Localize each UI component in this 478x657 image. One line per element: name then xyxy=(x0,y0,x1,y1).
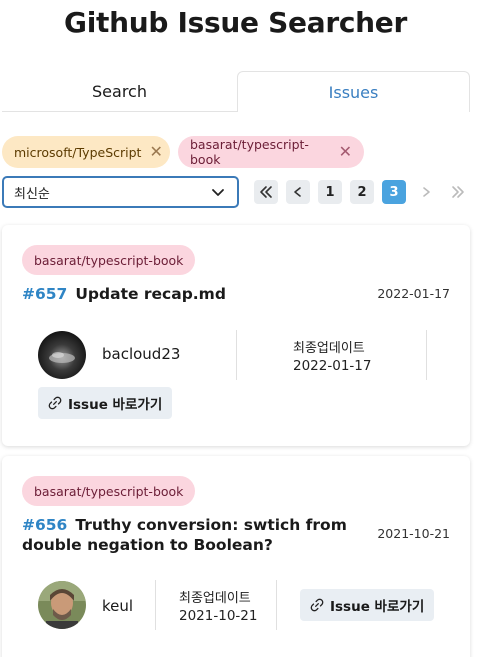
filter-chip-label: basarat/typescript-book xyxy=(190,137,309,167)
filter-chip-label: microsoft/TypeScript xyxy=(14,144,142,160)
first-page-button[interactable] xyxy=(254,180,278,204)
filter-chip-typescript: microsoft/TypeScript ✕ xyxy=(2,136,170,168)
issue-number: #656 xyxy=(22,516,68,534)
avatar xyxy=(38,581,86,629)
next-page-button[interactable] xyxy=(414,180,438,204)
tab-bar: Search Issues xyxy=(2,71,470,112)
updated-date: 2021-10-21 xyxy=(179,608,258,624)
link-icon xyxy=(48,396,62,410)
link-icon xyxy=(310,598,324,612)
chevron-left-icon xyxy=(294,187,301,197)
issue-link-label: Issue 바로가기 xyxy=(330,599,425,615)
close-icon[interactable]: ✕ xyxy=(149,144,162,160)
divider xyxy=(426,330,427,380)
page-3-button[interactable]: 3 xyxy=(382,180,406,204)
issue-card: basarat/typescript-book #656 Truthy conve… xyxy=(2,456,470,657)
double-chevron-right-icon xyxy=(452,186,464,198)
issue-title-text: Truthy conversion: swtich from double ne… xyxy=(22,516,347,554)
issue-card: basarat/typescript-book #657 Update recap… xyxy=(2,225,470,446)
last-page-button[interactable] xyxy=(446,180,470,204)
issue-link-button[interactable]: Issue 바로가기 xyxy=(300,589,435,621)
updated-date: 2022-01-17 xyxy=(293,358,372,374)
page-1-button[interactable]: 1 xyxy=(318,180,342,204)
double-chevron-left-icon xyxy=(260,186,272,198)
issue-title[interactable]: #657 Update recap.md xyxy=(22,284,362,304)
sort-select-value: 최신순 xyxy=(14,186,50,202)
tab-issues[interactable]: Issues xyxy=(237,71,470,112)
issue-link-button[interactable]: Issue 바로가기 xyxy=(38,387,173,419)
chevron-down-icon xyxy=(212,189,224,196)
chevron-right-icon xyxy=(423,187,430,197)
filter-chip-typescript-book: basarat/typescript-book ✕ xyxy=(178,136,364,168)
issue-title[interactable]: #656 Truthy conversion: swtich from doubl… xyxy=(22,515,378,555)
divider xyxy=(236,330,237,380)
issue-title-text: Update recap.md xyxy=(75,285,226,303)
updated-label: 최종업데이트 xyxy=(179,591,251,606)
divider xyxy=(276,580,277,630)
sort-select[interactable]: 최신순 xyxy=(2,176,239,208)
issue-link-label: Issue 바로가기 xyxy=(68,397,163,413)
issue-date: 2021-10-21 xyxy=(377,526,450,541)
issue-number: #657 xyxy=(22,285,68,303)
page-title: Github Issue Searcher xyxy=(64,6,407,39)
page-2-button[interactable]: 2 xyxy=(350,180,374,204)
updated-label: 최종업데이트 xyxy=(293,341,365,356)
close-icon[interactable]: ✕ xyxy=(339,144,352,160)
tab-search[interactable]: Search xyxy=(2,71,237,112)
repo-badge: basarat/typescript-book xyxy=(22,245,196,275)
divider xyxy=(155,580,156,630)
avatar xyxy=(38,331,86,379)
user-name: bacloud23 xyxy=(102,345,181,363)
user-name: keul xyxy=(102,597,134,615)
prev-page-button[interactable] xyxy=(286,180,310,204)
issue-date: 2022-01-17 xyxy=(377,286,450,301)
repo-badge: basarat/typescript-book xyxy=(22,476,196,506)
